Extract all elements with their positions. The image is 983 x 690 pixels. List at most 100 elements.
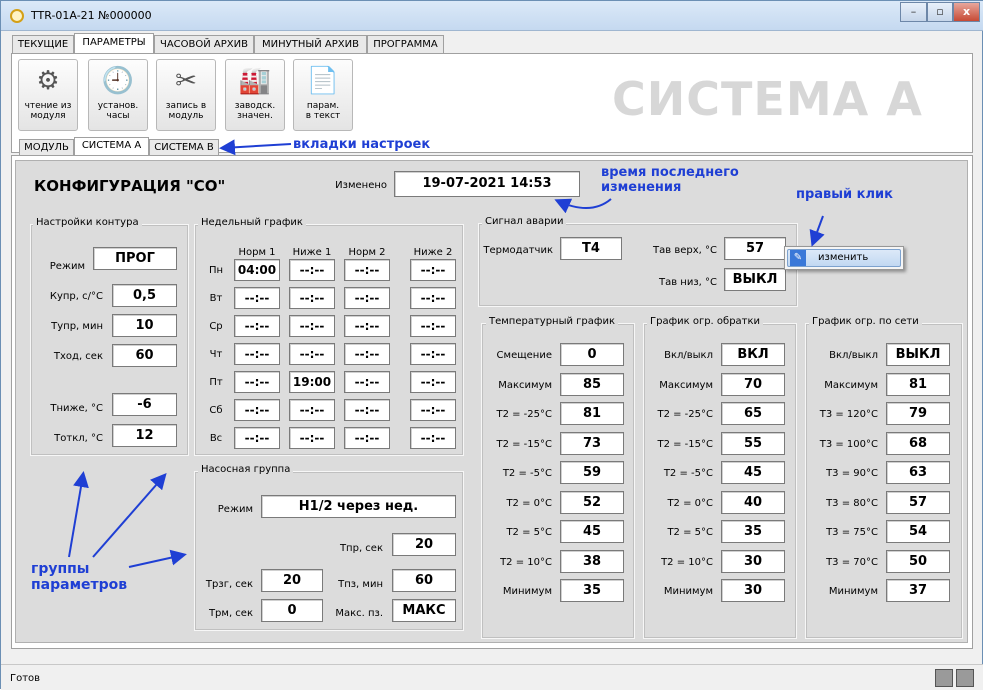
weekly-day-label: Вс — [209, 433, 223, 444]
weekly-cell[interactable]: --:-- — [344, 259, 390, 281]
maximize-button[interactable]: ▫ — [927, 2, 953, 22]
contour-mode-value[interactable]: ПРОГ — [93, 247, 177, 270]
window-title: TTR-01A-21 №000000 — [31, 9, 152, 22]
weekly-cell[interactable]: --:-- — [234, 315, 280, 337]
tab-hourly-archive[interactable]: ЧАСОВОЙ АРХИВ — [154, 35, 254, 53]
alarm-tlow-value[interactable]: ВЫКЛ — [724, 268, 786, 291]
net-graph-row-label: Максимум — [824, 379, 878, 391]
contour-row-label: Купр, с/°С — [49, 291, 103, 302]
net-graph-row-value[interactable]: 63 — [886, 461, 950, 484]
read-module-label-1: чтение из — [24, 101, 72, 111]
temp-graph-row-label: Т2 = -25°С — [496, 409, 552, 420]
tab-minute-archive[interactable]: МИНУТНЫЙ АРХИВ — [254, 35, 367, 53]
net-graph-row-value[interactable]: 37 — [886, 579, 950, 602]
read-module-button[interactable]: ⚙ чтение из модуля — [18, 59, 78, 131]
contour-row-value[interactable]: 10 — [112, 314, 177, 337]
return-graph-row-value[interactable]: 70 — [721, 372, 785, 396]
temp-graph-row-value[interactable]: 52 — [560, 490, 624, 514]
subtab-system-b[interactable]: СИСТЕМА В — [149, 139, 219, 155]
temp-graph-row-value[interactable]: 45 — [560, 520, 624, 543]
pump-tpr-label: Тпр, сек — [339, 543, 383, 554]
return-graph-row-value[interactable]: 30 — [721, 549, 785, 573]
subtab-system-a[interactable]: СИСТЕМА А — [74, 137, 149, 156]
params-to-text-button[interactable]: 📄 парам. в текст — [293, 59, 353, 131]
pump-maxpz-value[interactable]: МАКС — [392, 599, 456, 622]
subtab-module[interactable]: МОДУЛЬ — [19, 139, 74, 155]
weekly-cell[interactable]: --:-- — [344, 287, 390, 309]
alarm-sensor-value[interactable]: Т4 — [560, 237, 622, 260]
weekly-cell[interactable]: --:-- — [410, 427, 456, 449]
weekly-cell[interactable]: --:-- — [234, 287, 280, 309]
write-module-button[interactable]: ✂ запись в модуль — [156, 59, 216, 131]
changed-label: Изменено — [335, 180, 387, 191]
weekly-cell[interactable]: --:-- — [289, 343, 335, 365]
return-graph-row-value[interactable]: 45 — [721, 461, 785, 484]
weekly-cell[interactable]: --:-- — [410, 259, 456, 281]
weekly-cell[interactable]: --:-- — [410, 343, 456, 365]
net-graph-row-value[interactable]: 50 — [886, 549, 950, 573]
contour-row-value[interactable]: 60 — [112, 344, 177, 367]
net-graph-row-value[interactable]: 54 — [886, 520, 950, 543]
weekly-cell[interactable]: --:-- — [234, 343, 280, 365]
weekly-cell[interactable]: --:-- — [344, 427, 390, 449]
tab-current[interactable]: ТЕКУЩИЕ — [12, 35, 74, 53]
close-button[interactable]: x — [953, 2, 980, 22]
net-graph-row-value[interactable]: 79 — [886, 402, 950, 425]
contour-row-value[interactable]: -6 — [112, 393, 177, 416]
pump-tpr-value[interactable]: 20 — [392, 533, 456, 556]
weekly-day-label: Пн — [208, 265, 224, 276]
temp-graph-row-value[interactable]: 35 — [560, 579, 624, 602]
pump-tpz-value[interactable]: 60 — [392, 569, 456, 592]
net-graph-row-value[interactable]: 57 — [886, 490, 950, 514]
weekly-cell[interactable]: --:-- — [234, 399, 280, 421]
temp-graph-row-value[interactable]: 0 — [560, 343, 624, 366]
set-clock-button[interactable]: 🕘 установ. часы — [88, 59, 148, 131]
return-graph-row-value[interactable]: 55 — [721, 431, 785, 455]
return-graph-row-value[interactable]: 35 — [721, 520, 785, 543]
return-graph-row-value[interactable]: ВКЛ — [721, 343, 785, 366]
wrench-icon: ✎ — [790, 250, 806, 266]
net-graph-row-label: Т3 = 75°С — [826, 527, 878, 538]
factory-values-button[interactable]: 🏭 заводск. значен. — [225, 59, 285, 131]
weekly-cell[interactable]: --:-- — [344, 371, 390, 393]
weekly-cell[interactable]: --:-- — [234, 371, 280, 393]
contour-row-value[interactable]: 0,5 — [112, 284, 177, 307]
weekly-cell[interactable]: --:-- — [410, 399, 456, 421]
weekly-col-header: Ниже 1 — [292, 247, 332, 258]
net-graph-row-value[interactable]: ВЫКЛ — [886, 343, 950, 366]
temp-graph-row-value[interactable]: 38 — [560, 549, 624, 573]
weekly-cell[interactable]: --:-- — [289, 427, 335, 449]
tab-program[interactable]: ПРОГРАММА — [367, 35, 444, 53]
weekly-cell[interactable]: --:-- — [289, 315, 335, 337]
weekly-cell[interactable]: --:-- — [344, 343, 390, 365]
weekly-cell[interactable]: --:-- — [289, 399, 335, 421]
weekly-cell[interactable]: 19:00 — [289, 371, 335, 393]
weekly-cell[interactable]: --:-- — [410, 287, 456, 309]
weekly-cell[interactable]: 04:00 — [234, 259, 280, 281]
temp-graph-row-value[interactable]: 85 — [560, 372, 624, 396]
return-graph-row-value[interactable]: 40 — [721, 490, 785, 514]
weekly-cell[interactable]: --:-- — [344, 399, 390, 421]
tab-parameters[interactable]: ПАРАМЕТРЫ — [74, 33, 154, 54]
return-graph-row-value[interactable]: 30 — [721, 579, 785, 602]
weekly-cell[interactable]: --:-- — [410, 315, 456, 337]
minimize-button[interactable]: – — [900, 2, 927, 22]
return-graph-row-value[interactable]: 65 — [721, 402, 785, 425]
weekly-cell[interactable]: --:-- — [344, 315, 390, 337]
temp-graph-row-value[interactable]: 59 — [560, 461, 624, 484]
net-graph-row-value[interactable]: 81 — [886, 372, 950, 396]
weekly-cell[interactable]: --:-- — [289, 287, 335, 309]
alarm-tup-value[interactable]: 57 — [724, 237, 786, 260]
net-graph-row-value[interactable]: 68 — [886, 431, 950, 455]
temp-graph-row-value[interactable]: 81 — [560, 402, 624, 425]
weekly-cell[interactable]: --:-- — [289, 259, 335, 281]
weekly-cell[interactable]: --:-- — [410, 371, 456, 393]
temp-graph-row-value[interactable]: 73 — [560, 431, 624, 455]
pump-trm-value[interactable]: 0 — [261, 599, 323, 622]
contour-row-value[interactable]: 12 — [112, 424, 177, 447]
weekly-cell[interactable]: --:-- — [234, 427, 280, 449]
return-graph-row-label: Т2 = -25°С — [657, 409, 713, 420]
pump-trzg-value[interactable]: 20 — [261, 569, 323, 592]
pump-mode-value[interactable]: Н1/2 через нед. — [261, 495, 456, 518]
context-menu-item-edit[interactable]: ✎ изменить — [787, 249, 901, 267]
